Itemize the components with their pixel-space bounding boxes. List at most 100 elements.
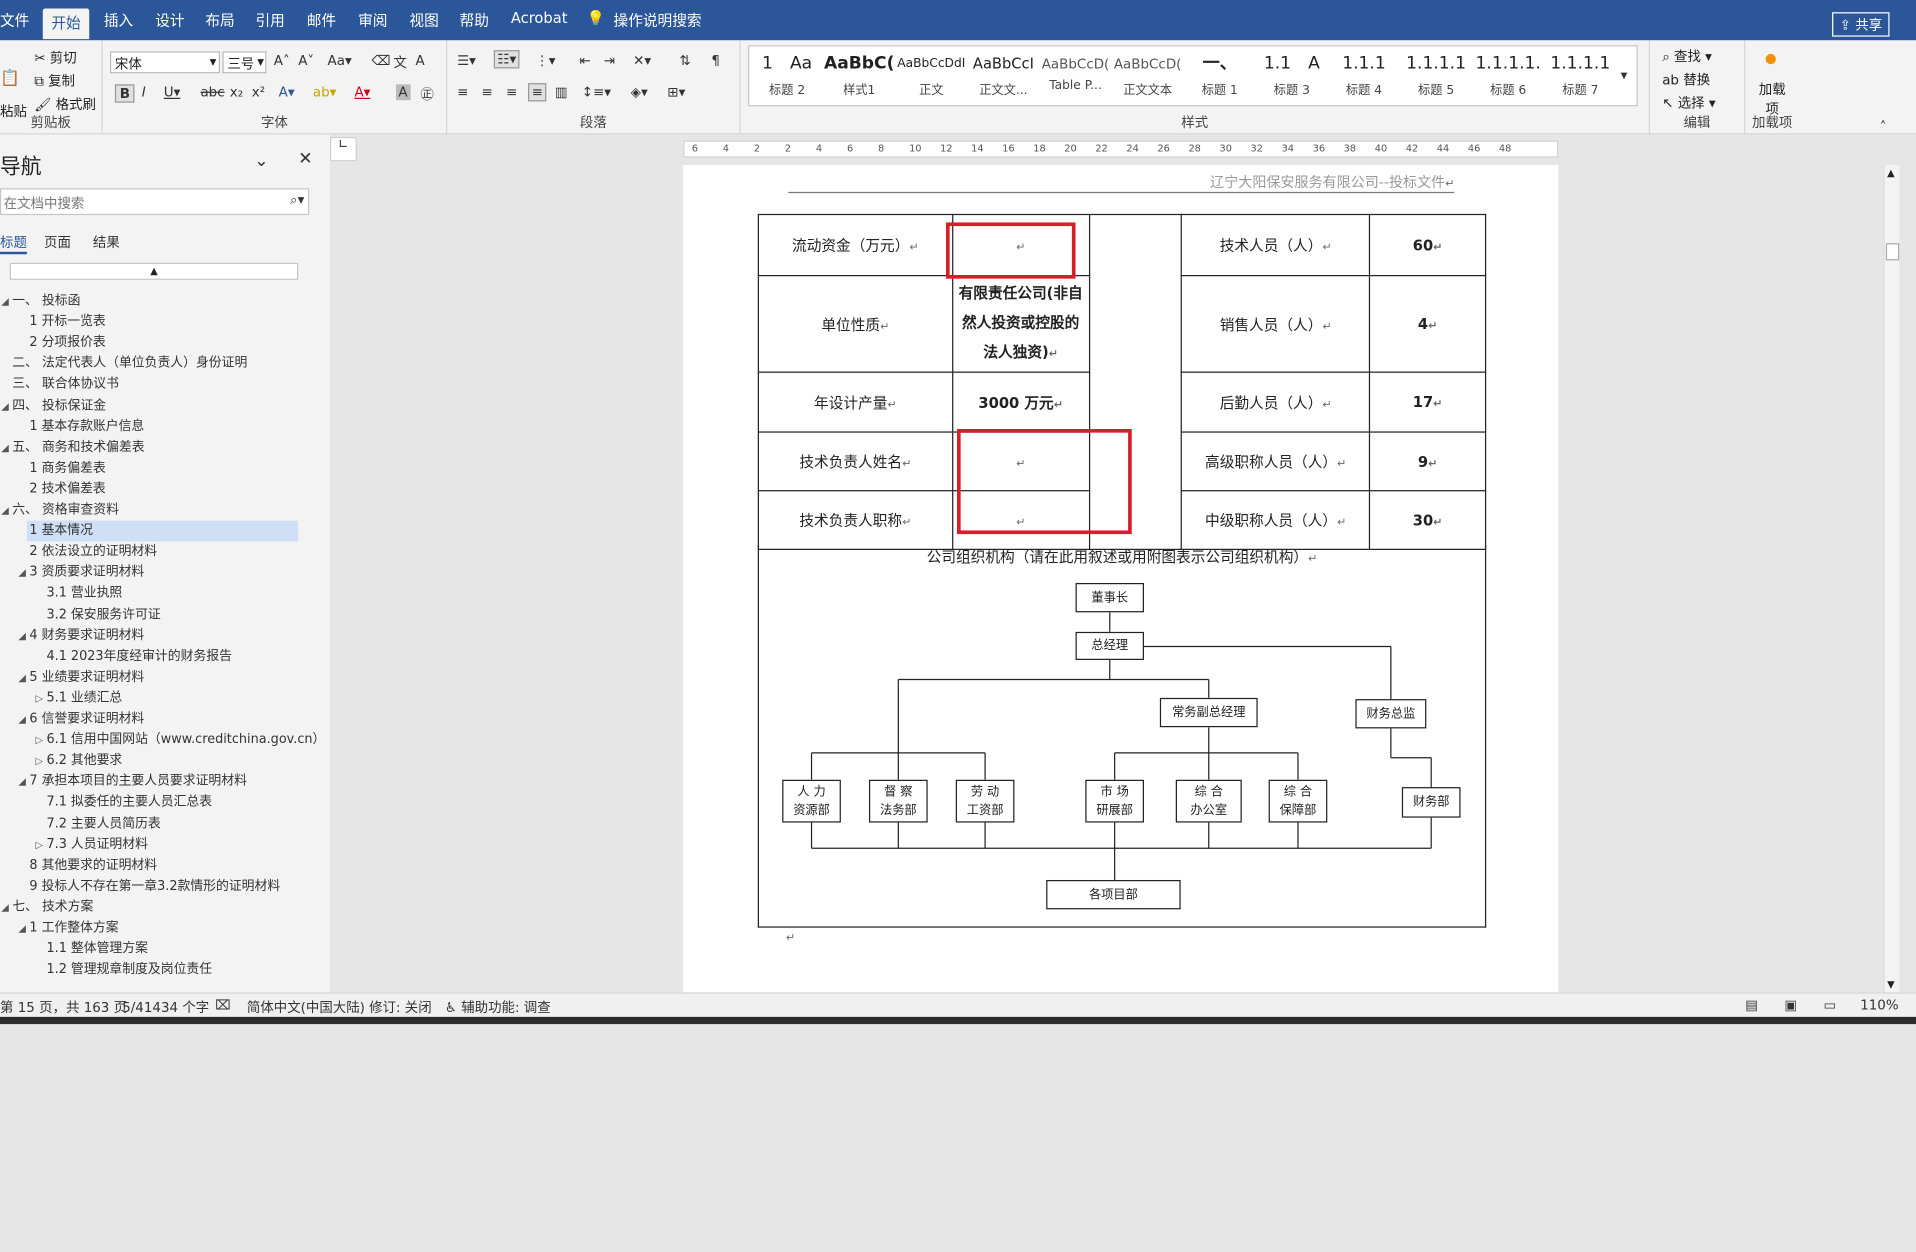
accessibility-indicator[interactable]: ♿ 辅助功能: 调查 <box>445 997 551 1017</box>
phonetic-icon[interactable]: 文 <box>394 53 407 73</box>
highlight-icon[interactable]: ab▾ <box>313 84 337 100</box>
tab-references[interactable]: 引用 <box>255 10 284 31</box>
cut-button[interactable]: ✂ 剪切 <box>34 48 76 68</box>
addins-icon[interactable]: ● <box>1765 50 1777 66</box>
nav-heading-item[interactable]: 1.1 整体管理方案 <box>46 939 152 960</box>
nav-heading-item[interactable]: 7 承担本项目的主要人员要求证明材料 <box>29 772 251 793</box>
web-layout-icon[interactable]: ▭ <box>1824 997 1837 1013</box>
underline-icon[interactable]: U▾ <box>164 84 181 100</box>
align-left-icon[interactable]: ≡ <box>457 84 468 100</box>
change-case-icon[interactable]: Aa▾ <box>328 53 352 69</box>
table-cell[interactable]: 单位性质↵ <box>757 274 953 373</box>
table-cell[interactable]: 技术负责人姓名↵ <box>757 431 953 492</box>
collapse-triangle-icon[interactable]: ◢ <box>1 296 9 307</box>
shrink-font-icon[interactable]: A˅ <box>298 53 314 69</box>
shading-icon[interactable]: ◈▾ <box>631 84 648 100</box>
word-count[interactable]: 5/41434 个字 <box>122 997 209 1017</box>
collapse-triangle-icon[interactable]: ◢ <box>18 714 26 725</box>
nav-heading-item[interactable]: 6.1 信用中国网站（www.creditchina.gov.cn） <box>46 730 330 751</box>
style-body-text-cont[interactable]: AaBbCcI 正文文... <box>968 49 1039 105</box>
borders-icon[interactable]: ⊞▾ <box>667 84 685 100</box>
nav-heading-item[interactable]: 4.1 2023年度经审计的财务报告 <box>46 646 236 667</box>
share-button[interactable]: ⇪ 共享 <box>1832 12 1890 37</box>
collapse-triangle-icon[interactable]: ◢ <box>18 672 26 683</box>
table-cell[interactable]: 9↵ <box>1368 431 1487 492</box>
expand-triangle-icon[interactable]: ▷ <box>35 693 43 704</box>
search-icon[interactable]: ⌕▾ <box>290 192 304 209</box>
nav-heading-item[interactable]: 8 其他要求的证明材料 <box>29 855 162 876</box>
style-heading7[interactable]: 1.1.1.1 标题 7 <box>1545 49 1616 105</box>
enclose-char-icon[interactable]: ㊣ <box>420 84 433 104</box>
nav-heading-item[interactable]: 一、 投标函 <box>12 291 85 312</box>
line-spacing-icon[interactable]: ↕≡▾ <box>582 84 611 100</box>
format-painter-button[interactable]: 🖌 格式刷 <box>34 94 96 114</box>
nav-heading-item[interactable]: 6 信誉要求证明材料 <box>29 709 149 730</box>
nav-heading-item[interactable]: 7.1 拟委任的主要人员汇总表 <box>46 792 217 813</box>
subscript-icon[interactable]: x₂ <box>230 84 243 100</box>
nav-heading-item[interactable]: 2 分项报价表 <box>29 333 110 354</box>
nav-heading-item[interactable]: 六、 资格审查资料 <box>12 500 124 521</box>
tab-file[interactable]: 文件 <box>0 10 29 31</box>
scroll-thumb[interactable] <box>1885 243 1900 261</box>
nav-heading-item[interactable]: 7.3 人员证明材料 <box>46 834 152 855</box>
nav-heading-item[interactable]: 三、 联合体协议书 <box>12 374 124 395</box>
nav-heading-item[interactable]: 四、 投标保证金 <box>12 395 111 416</box>
styles-more-icon[interactable]: ▾ <box>1621 67 1628 83</box>
expand-triangle-icon[interactable]: ▷ <box>35 756 43 767</box>
nav-heading-item[interactable]: 1 基本存款账户信息 <box>29 416 149 437</box>
table-cell[interactable]: 有限责任公司(非自然人投资或控股的法人独资)↵ <box>951 274 1090 373</box>
distributed-icon[interactable]: ▥ <box>555 84 568 100</box>
bullets-icon[interactable]: ☰▾ <box>457 53 476 69</box>
nav-heading-item[interactable]: 3.2 保安服务许可证 <box>46 604 165 625</box>
tab-pages[interactable]: 页面 <box>44 232 71 252</box>
style-normal[interactable]: AaBbCcDdI 正文 <box>896 49 967 105</box>
language-indicator[interactable]: 简体中文(中国大陆) <box>247 997 365 1017</box>
nav-heading-item[interactable]: 6.2 其他要求 <box>46 751 127 772</box>
table-cell[interactable]: 流动资金（万元）↵ <box>757 213 953 277</box>
nav-heading-item[interactable]: 9 投标人不存在第一章3.2款情形的证明材料 <box>29 876 285 897</box>
nav-heading-item[interactable]: 七、 技术方案 <box>12 897 98 918</box>
nav-heading-item[interactable]: 2 技术偏差表 <box>29 479 110 500</box>
nav-heading-item[interactable]: 2 依法设立的证明材料 <box>29 542 162 563</box>
char-shading-icon[interactable]: A <box>395 84 411 101</box>
bold-icon[interactable]: B <box>114 84 135 103</box>
grow-font-icon[interactable]: A˄ <box>274 53 290 69</box>
nav-heading-item[interactable]: 五、 商务和技术偏差表 <box>12 437 149 458</box>
select-button[interactable]: ↖ 选择 ▾ <box>1662 93 1715 113</box>
sort-icon[interactable]: ⇅ <box>680 53 691 69</box>
horizontal-ruler[interactable]: 6 4 2 2 4 6 8 10 12 14 16 18 20 22 24 26 28 30 32 34 36 38 40 4… <box>683 140 1559 158</box>
nav-heading-item[interactable]: 7.2 主要人员简历表 <box>46 813 165 834</box>
table-cell[interactable]: 后勤人员（人）↵ <box>1181 371 1371 433</box>
font-name-select[interactable]: 宋体 ▾ <box>109 51 220 74</box>
decrease-indent-icon[interactable]: ⇤ <box>579 53 590 69</box>
char-border-icon[interactable]: A <box>416 53 425 69</box>
proofing-icon[interactable]: ⌧ <box>215 997 231 1013</box>
tab-results[interactable]: 结果 <box>93 232 120 252</box>
clear-format-icon[interactable]: ⌫ <box>372 53 391 69</box>
page-count[interactable]: 第 15 页，共 163 页 <box>0 997 127 1017</box>
table-cell[interactable]: 17↵ <box>1368 371 1487 433</box>
scroll-up-icon[interactable]: ▲ <box>1887 167 1895 178</box>
show-marks-icon[interactable]: ¶ <box>711 53 720 69</box>
tab-selector[interactable]: ∟ <box>329 136 357 162</box>
collapse-triangle-icon[interactable]: ◢ <box>1 400 9 411</box>
tell-me-search[interactable]: 操作说明搜索 <box>614 10 702 31</box>
tab-headings[interactable]: 标题 <box>0 232 27 255</box>
tab-insert[interactable]: 插入 <box>104 10 133 31</box>
nav-heading-item[interactable]: 3.1 营业执照 <box>46 583 127 604</box>
superscript-icon[interactable]: x² <box>252 84 265 100</box>
replace-button[interactable]: ab 替换 <box>1662 70 1710 90</box>
tab-layout[interactable]: 布局 <box>205 10 234 31</box>
table-cell[interactable]: 4↵ <box>1368 274 1487 373</box>
table-cell[interactable]: 60↵ <box>1368 213 1487 277</box>
find-button[interactable]: ⌕ 查找 ▾ <box>1662 46 1712 66</box>
tab-view[interactable]: 视图 <box>409 10 438 31</box>
collapse-headings-icon[interactable]: ▲ <box>9 262 299 280</box>
multilevel-list-icon[interactable]: ⋮▾ <box>535 53 555 69</box>
tab-design[interactable]: 设计 <box>155 10 184 31</box>
table-cell[interactable]: 中级职称人员（人）↵ <box>1181 490 1371 550</box>
nav-heading-item[interactable]: 5 业绩要求证明材料 <box>29 667 149 688</box>
read-mode-icon[interactable]: ▤ <box>1745 997 1758 1013</box>
print-layout-icon[interactable]: ▣ <box>1784 997 1797 1013</box>
table-cell[interactable]: 销售人员（人）↵ <box>1181 274 1371 373</box>
